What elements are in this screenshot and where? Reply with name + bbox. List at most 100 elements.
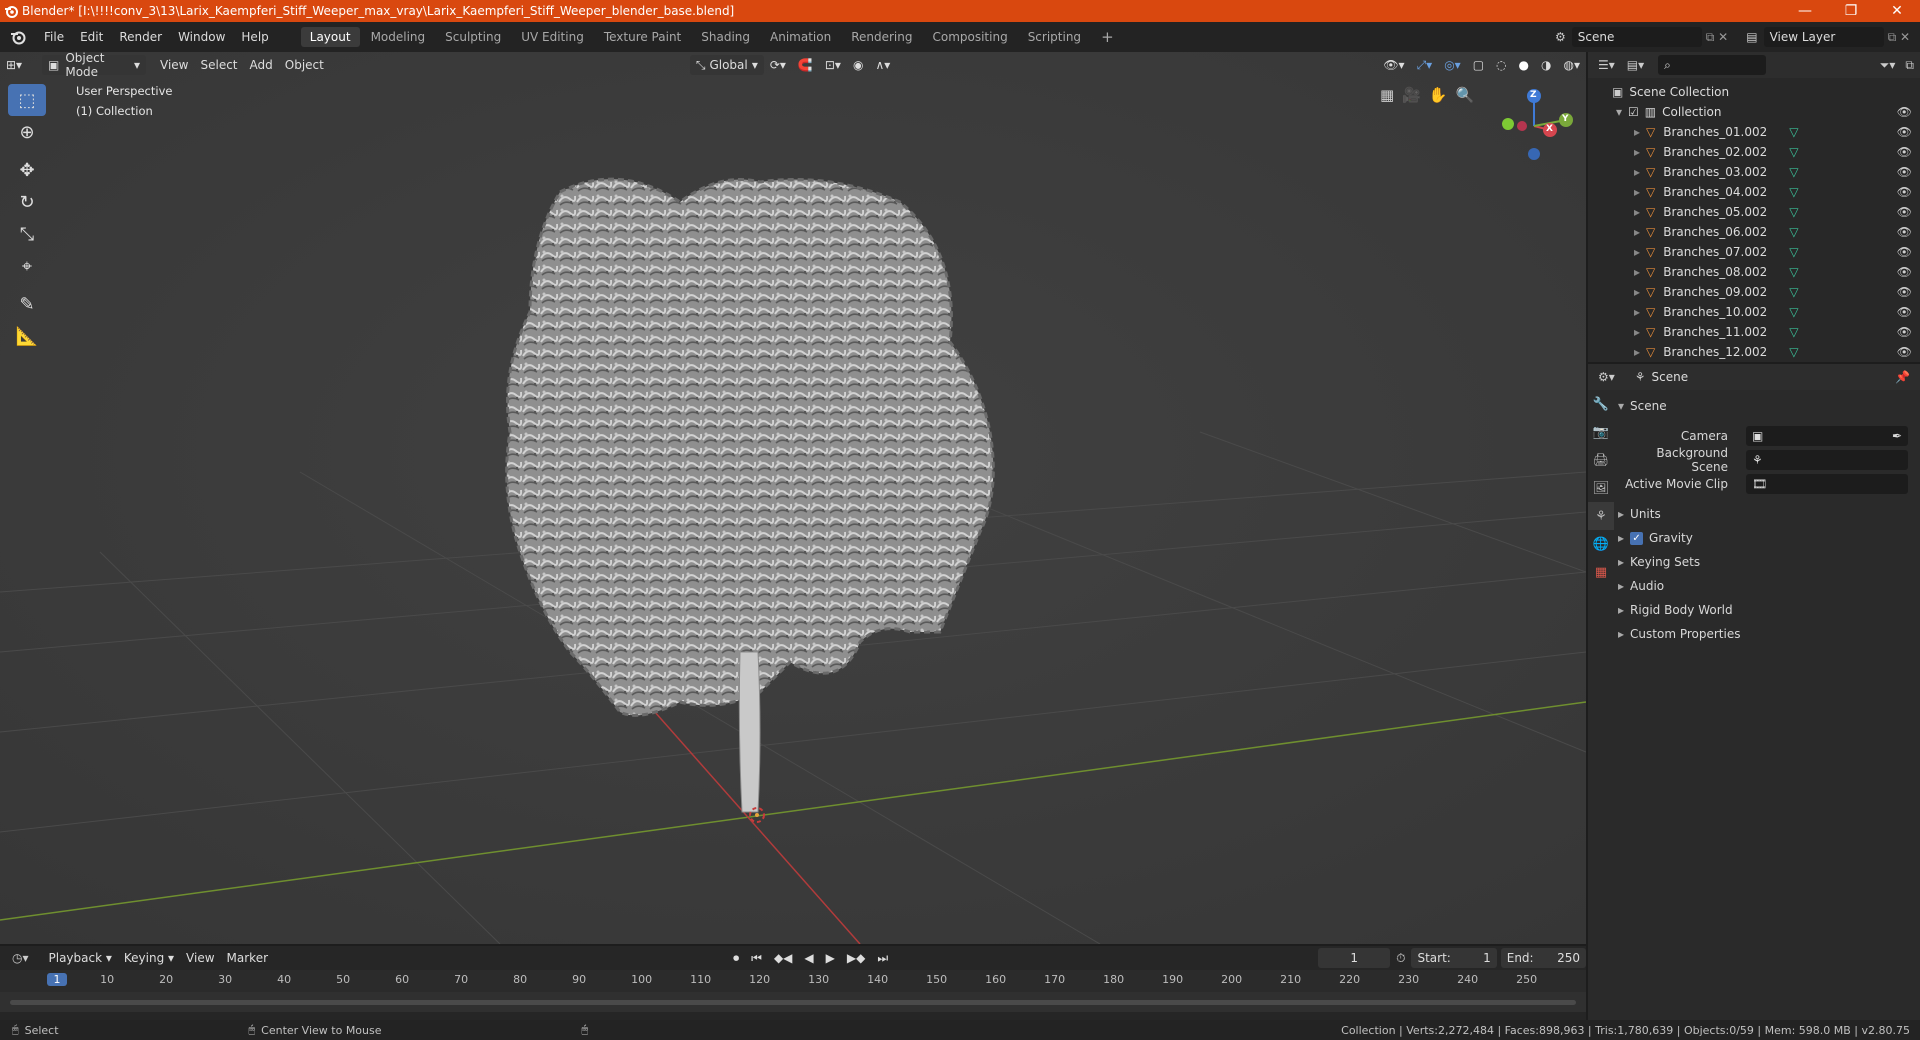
tab-animation[interactable]: Animation <box>761 27 840 47</box>
expand-arrow-icon[interactable]: ▸ <box>1634 245 1640 259</box>
object-mode-dropdown[interactable]: ▣ Object Mode ▾ <box>42 51 146 79</box>
collection-row[interactable]: ▾ ☑ ▥ Collection 👁 <box>1588 102 1920 122</box>
units-panel-header[interactable]: ▸ Units <box>1618 502 1914 526</box>
scene-selector-icon[interactable]: ⚙ <box>1555 30 1566 44</box>
tab-rendering[interactable]: Rendering <box>842 27 921 47</box>
menu-select[interactable]: Select <box>194 55 243 75</box>
display-mode-icon[interactable]: ▤▾ <box>1627 58 1644 72</box>
expand-arrow-icon[interactable]: ▸ <box>1634 145 1640 159</box>
select-box-tool-icon[interactable]: ⬚ <box>8 84 46 116</box>
visibility-eye-icon[interactable]: 👁 <box>1897 345 1912 359</box>
timeline-ruler[interactable]: 1 10 20 30 40 50 60 70 80 90 100 110 120 130 140 150 160… <box>0 970 1586 992</box>
tab-uv-editing[interactable]: UV Editing <box>512 27 593 47</box>
3d-viewport[interactable]: User Perspective (1) Collection ▦ 🎥 ✋ 🔍 … <box>0 52 1586 944</box>
menu-playback[interactable]: Playback ▾ <box>43 948 118 968</box>
expand-arrow-icon[interactable]: ▸ <box>1634 185 1640 199</box>
visibility-eye-icon[interactable]: 👁 <box>1897 245 1912 259</box>
outliner-item[interactable]: ▸ ▽ Branches_07.002 ▽ 👁 <box>1588 242 1920 262</box>
snap-icon[interactable]: 🧲 <box>792 55 819 75</box>
jump-start-icon[interactable]: ⏮ <box>745 948 768 968</box>
maximize-button[interactable]: ❐ <box>1828 3 1874 19</box>
tab-scripting[interactable]: Scripting <box>1019 27 1090 47</box>
view-layer-icon[interactable]: ▤ <box>1746 30 1757 44</box>
timeline-type-icon[interactable]: ◷▾ <box>12 951 29 965</box>
active-movie-clip-field[interactable]: 🎞 <box>1746 474 1908 494</box>
background-scene-field[interactable]: ⚘ <box>1746 450 1908 470</box>
new-collection-icon[interactable]: ⧉ <box>1905 58 1914 73</box>
next-keyframe-icon[interactable]: ▶◆ <box>841 948 871 968</box>
annotate-tool-icon[interactable]: ✎ <box>8 288 46 320</box>
rendered-shading-icon[interactable]: ◍▾ <box>1558 55 1587 75</box>
visibility-eye-icon[interactable]: 👁 <box>1897 225 1912 239</box>
cursor-tool-icon[interactable]: ⊕ <box>8 116 46 148</box>
preview-range-icon[interactable]: ⏱ <box>1390 948 1411 968</box>
output-tab-icon[interactable]: 🖨 <box>1588 446 1614 474</box>
outliner-item[interactable]: ▸ ▽ Branches_11.002 ▽ 👁 <box>1588 322 1920 342</box>
menu-keying[interactable]: Keying ▾ <box>118 948 180 968</box>
texture-tab-icon[interactable]: ▦ <box>1588 558 1614 586</box>
xray-icon[interactable]: ▢ <box>1467 55 1490 75</box>
play-icon[interactable]: ▶ <box>820 948 841 968</box>
end-frame-field[interactable]: End: 250 <box>1500 948 1586 968</box>
visibility-eye-icon[interactable]: 👁 <box>1897 285 1912 299</box>
visibility-eye-icon[interactable]: 👁 <box>1897 265 1912 279</box>
wireframe-shading-icon[interactable]: ◌ <box>1490 55 1512 75</box>
add-workspace-icon[interactable]: + <box>1092 25 1123 49</box>
pin-icon[interactable]: 📌 <box>1895 370 1910 384</box>
proportional-edit-icon[interactable]: ◉ <box>847 55 869 75</box>
view-layer-new-icon[interactable]: ⧉ ✕ <box>1888 30 1910 45</box>
gravity-panel-header[interactable]: ▸ ✓ Gravity <box>1618 526 1914 550</box>
menu-help[interactable]: Help <box>233 30 276 44</box>
outliner-item[interactable]: ▸ ▽ Branches_08.002 ▽ 👁 <box>1588 262 1920 282</box>
outliner-item[interactable]: ▸ ▽ Branches_03.002 ▽ 👁 <box>1588 162 1920 182</box>
gravity-checkbox[interactable]: ✓ <box>1630 531 1644 545</box>
camera-view-icon[interactable]: 🎥 <box>1402 86 1421 104</box>
expand-arrow-icon[interactable]: ▸ <box>1634 165 1640 179</box>
menu-object[interactable]: Object <box>279 55 330 75</box>
rigid-body-world-panel-header[interactable]: ▸ Rigid Body World <box>1618 598 1914 622</box>
visibility-eye-icon[interactable]: 👁 <box>1897 305 1912 319</box>
menu-marker[interactable]: Marker <box>221 948 274 968</box>
menu-file[interactable]: File <box>36 30 72 44</box>
checkbox-icon[interactable]: ☑ <box>1628 105 1639 119</box>
outliner-item[interactable]: ▸ ▽ Branches_02.002 ▽ 👁 <box>1588 142 1920 162</box>
view-layer-tab-icon[interactable]: 🖼 <box>1588 474 1614 502</box>
overlay-toggle-icon[interactable]: ◎▾ <box>1438 55 1467 75</box>
editor-type-icon[interactable]: ⊞▾ <box>0 55 38 75</box>
outliner-item[interactable]: ▸ ▽ Branches_01.002 ▽ 👁 <box>1588 122 1920 142</box>
visibility-eye-icon[interactable]: 👁 <box>1897 145 1912 159</box>
outliner-search-input[interactable]: ⌕ <box>1658 55 1767 75</box>
pan-hand-icon[interactable]: ✋ <box>1429 86 1448 104</box>
blender-menu-icon[interactable] <box>0 29 36 45</box>
transform-orientation-dropdown[interactable]: ⤡ Global ▾ <box>689 55 764 75</box>
outliner-item[interactable]: ▸ ▽ Branches_06.002 ▽ 👁 <box>1588 222 1920 242</box>
scene-collection-row[interactable]: ▣ Scene Collection <box>1588 82 1920 102</box>
play-reverse-icon[interactable]: ◀ <box>798 948 819 968</box>
falloff-icon[interactable]: ∧▾ <box>869 55 896 75</box>
menu-window[interactable]: Window <box>170 30 233 44</box>
outliner-item[interactable]: ▸ ▽ Branches_10.002 ▽ 👁 <box>1588 302 1920 322</box>
expand-arrow-icon[interactable]: ▸ <box>1634 305 1640 319</box>
tab-shading[interactable]: Shading <box>692 27 759 47</box>
visibility-eye-icon[interactable]: 👁 <box>1897 325 1912 339</box>
gizmo-toggle-icon[interactable]: ⤢▾ <box>1411 55 1439 75</box>
tab-modeling[interactable]: Modeling <box>362 27 435 47</box>
expand-arrow-icon[interactable]: ▸ <box>1634 265 1640 279</box>
scene-field[interactable]: Scene <box>1571 27 1702 47</box>
tab-texture-paint[interactable]: Texture Paint <box>595 27 690 47</box>
move-tool-icon[interactable]: ✥ <box>8 154 46 186</box>
grid-view-icon[interactable]: ▦ <box>1380 86 1394 104</box>
start-frame-field[interactable]: Start: 1 <box>1411 948 1497 968</box>
render-tab-icon[interactable]: 📷 <box>1588 418 1614 446</box>
expand-arrow-icon[interactable]: ▾ <box>1616 105 1622 119</box>
visibility-icon[interactable]: 👁▾ <box>1377 55 1410 75</box>
measure-tool-icon[interactable]: 📐 <box>8 320 46 352</box>
close-button[interactable]: ✕ <box>1874 3 1920 19</box>
visibility-eye-icon[interactable]: 👁 <box>1897 205 1912 219</box>
visibility-eye-icon[interactable]: 👁 <box>1897 165 1912 179</box>
scene-panel-header[interactable]: ▾ Scene <box>1618 394 1914 418</box>
jump-end-icon[interactable]: ⏭ <box>871 948 894 968</box>
menu-timeline-view[interactable]: View <box>180 948 220 968</box>
rotate-tool-icon[interactable]: ↻ <box>8 186 46 218</box>
transform-tool-icon[interactable]: ⌖ <box>8 250 46 282</box>
